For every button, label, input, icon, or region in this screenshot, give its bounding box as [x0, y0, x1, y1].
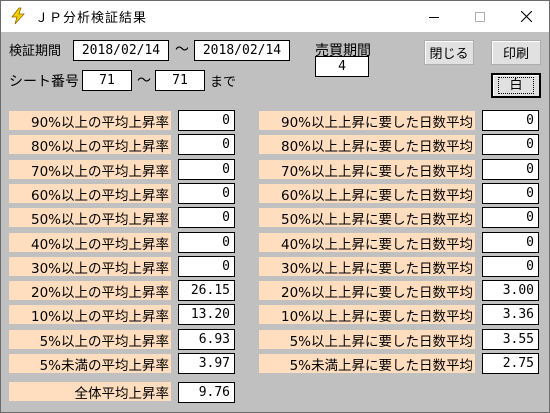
rise-rate-value[interactable]: 0 — [178, 110, 235, 131]
days-average-label: 5%未満上昇に要した日数平均 — [259, 354, 475, 374]
rise-rate-label: 20%以上の平均上昇率 — [9, 281, 171, 301]
rise-rate-label: 5%以上の平均上昇率 — [9, 330, 171, 350]
period-label: 検証期間 — [9, 44, 62, 59]
days-average-value[interactable]: 3.36 — [482, 304, 539, 325]
rise-rate-value[interactable]: 0 — [178, 207, 235, 228]
days-average-label: 90%以上上昇に要した日数平均 — [259, 111, 475, 131]
rise-rate-value[interactable]: 3.97 — [178, 353, 235, 374]
print-button[interactable]: 印刷 — [491, 40, 541, 65]
rise-rate-label: 10%以上の平均上昇率 — [9, 305, 171, 325]
window-title: ＪＰ分析検証結果 — [35, 11, 148, 26]
close-icon — [520, 11, 532, 22]
minimize-button[interactable] — [411, 1, 457, 32]
period-tilde: ～ — [175, 42, 189, 58]
rise-rate-label: 50%以上の平均上昇率 — [9, 208, 171, 228]
days-average-label: 10%以上上昇に要した日数平均 — [259, 305, 475, 325]
close-window-button[interactable] — [503, 1, 549, 32]
days-average-value[interactable]: 0 — [482, 110, 539, 131]
rise-rate-value[interactable]: 13.20 — [178, 304, 235, 325]
lightning-icon — [11, 7, 25, 25]
white-button-label: 白 — [498, 77, 534, 94]
rise-rate-value[interactable]: 0 — [178, 159, 235, 180]
days-average-label: 70%以上上昇に要した日数平均 — [259, 160, 475, 180]
app-window: ＪＰ分析検証結果 検証期間 2018/02/14 ～ 2018/02/14 売買… — [0, 0, 550, 413]
rise-rate-label: 5%未満の平均上昇率 — [9, 354, 171, 374]
total-average-value[interactable]: 9.76 — [178, 382, 235, 403]
rise-rate-label: 40%以上の平均上昇率 — [9, 233, 171, 253]
sheet-number-label: シート番号 — [9, 74, 79, 90]
rise-rate-value[interactable]: 0 — [178, 232, 235, 253]
days-average-label: 30%以上上昇に要した日数平均 — [259, 257, 475, 277]
days-average-label: 40%以上上昇に要した日数平均 — [259, 233, 475, 253]
rise-rate-label: 60%以上の平均上昇率 — [9, 184, 171, 204]
date-from-field[interactable]: 2018/02/14 — [73, 40, 169, 61]
rise-rate-value[interactable]: 6.93 — [178, 329, 235, 350]
maximize-icon — [475, 11, 485, 22]
days-average-value[interactable]: 3.00 — [482, 280, 539, 301]
close-button[interactable]: 閉じる — [424, 40, 474, 65]
sheet-to-field[interactable]: 71 — [155, 70, 205, 91]
rise-rate-label: 90%以上の平均上昇率 — [9, 111, 171, 131]
days-average-label: 20%以上上昇に要した日数平均 — [259, 281, 475, 301]
minimize-icon — [429, 16, 439, 18]
days-average-value[interactable]: 3.55 — [482, 329, 539, 350]
rise-rate-value[interactable]: 26.15 — [178, 280, 235, 301]
made-label: まで — [210, 75, 237, 90]
rise-rate-value[interactable]: 0 — [178, 134, 235, 155]
maximize-button[interactable] — [457, 1, 503, 32]
days-average-value[interactable]: 0 — [482, 207, 539, 228]
days-average-label: 80%以上上昇に要した日数平均 — [259, 135, 475, 155]
days-average-label: 50%以上上昇に要した日数平均 — [259, 208, 475, 228]
rise-rate-label: 70%以上の平均上昇率 — [9, 160, 171, 180]
rise-rate-label: 80%以上の平均上昇率 — [9, 135, 171, 155]
days-average-value[interactable]: 0 — [482, 232, 539, 253]
title-bar[interactable]: ＪＰ分析検証結果 — [1, 1, 549, 32]
rise-rate-value[interactable]: 0 — [178, 256, 235, 277]
sheet-from-field[interactable]: 71 — [82, 70, 132, 91]
days-average-value[interactable]: 0 — [482, 159, 539, 180]
white-button[interactable]: 白 — [491, 73, 541, 98]
date-to-field[interactable]: 2018/02/14 — [194, 40, 290, 61]
days-average-value[interactable]: 0 — [482, 134, 539, 155]
days-average-label: 60%以上上昇に要した日数平均 — [259, 184, 475, 204]
trade-period-field[interactable]: 4 — [315, 56, 369, 77]
days-average-value[interactable]: 0 — [482, 183, 539, 204]
rise-rate-value[interactable]: 0 — [178, 183, 235, 204]
sheet-tilde: ～ — [137, 73, 151, 89]
rise-rate-label: 30%以上の平均上昇率 — [9, 257, 171, 277]
days-average-value[interactable]: 0 — [482, 256, 539, 277]
total-average-label: 全体平均上昇率 — [9, 382, 171, 402]
days-average-value[interactable]: 2.75 — [482, 353, 539, 374]
days-average-label: 5%以上上昇に要した日数平均 — [259, 330, 475, 350]
